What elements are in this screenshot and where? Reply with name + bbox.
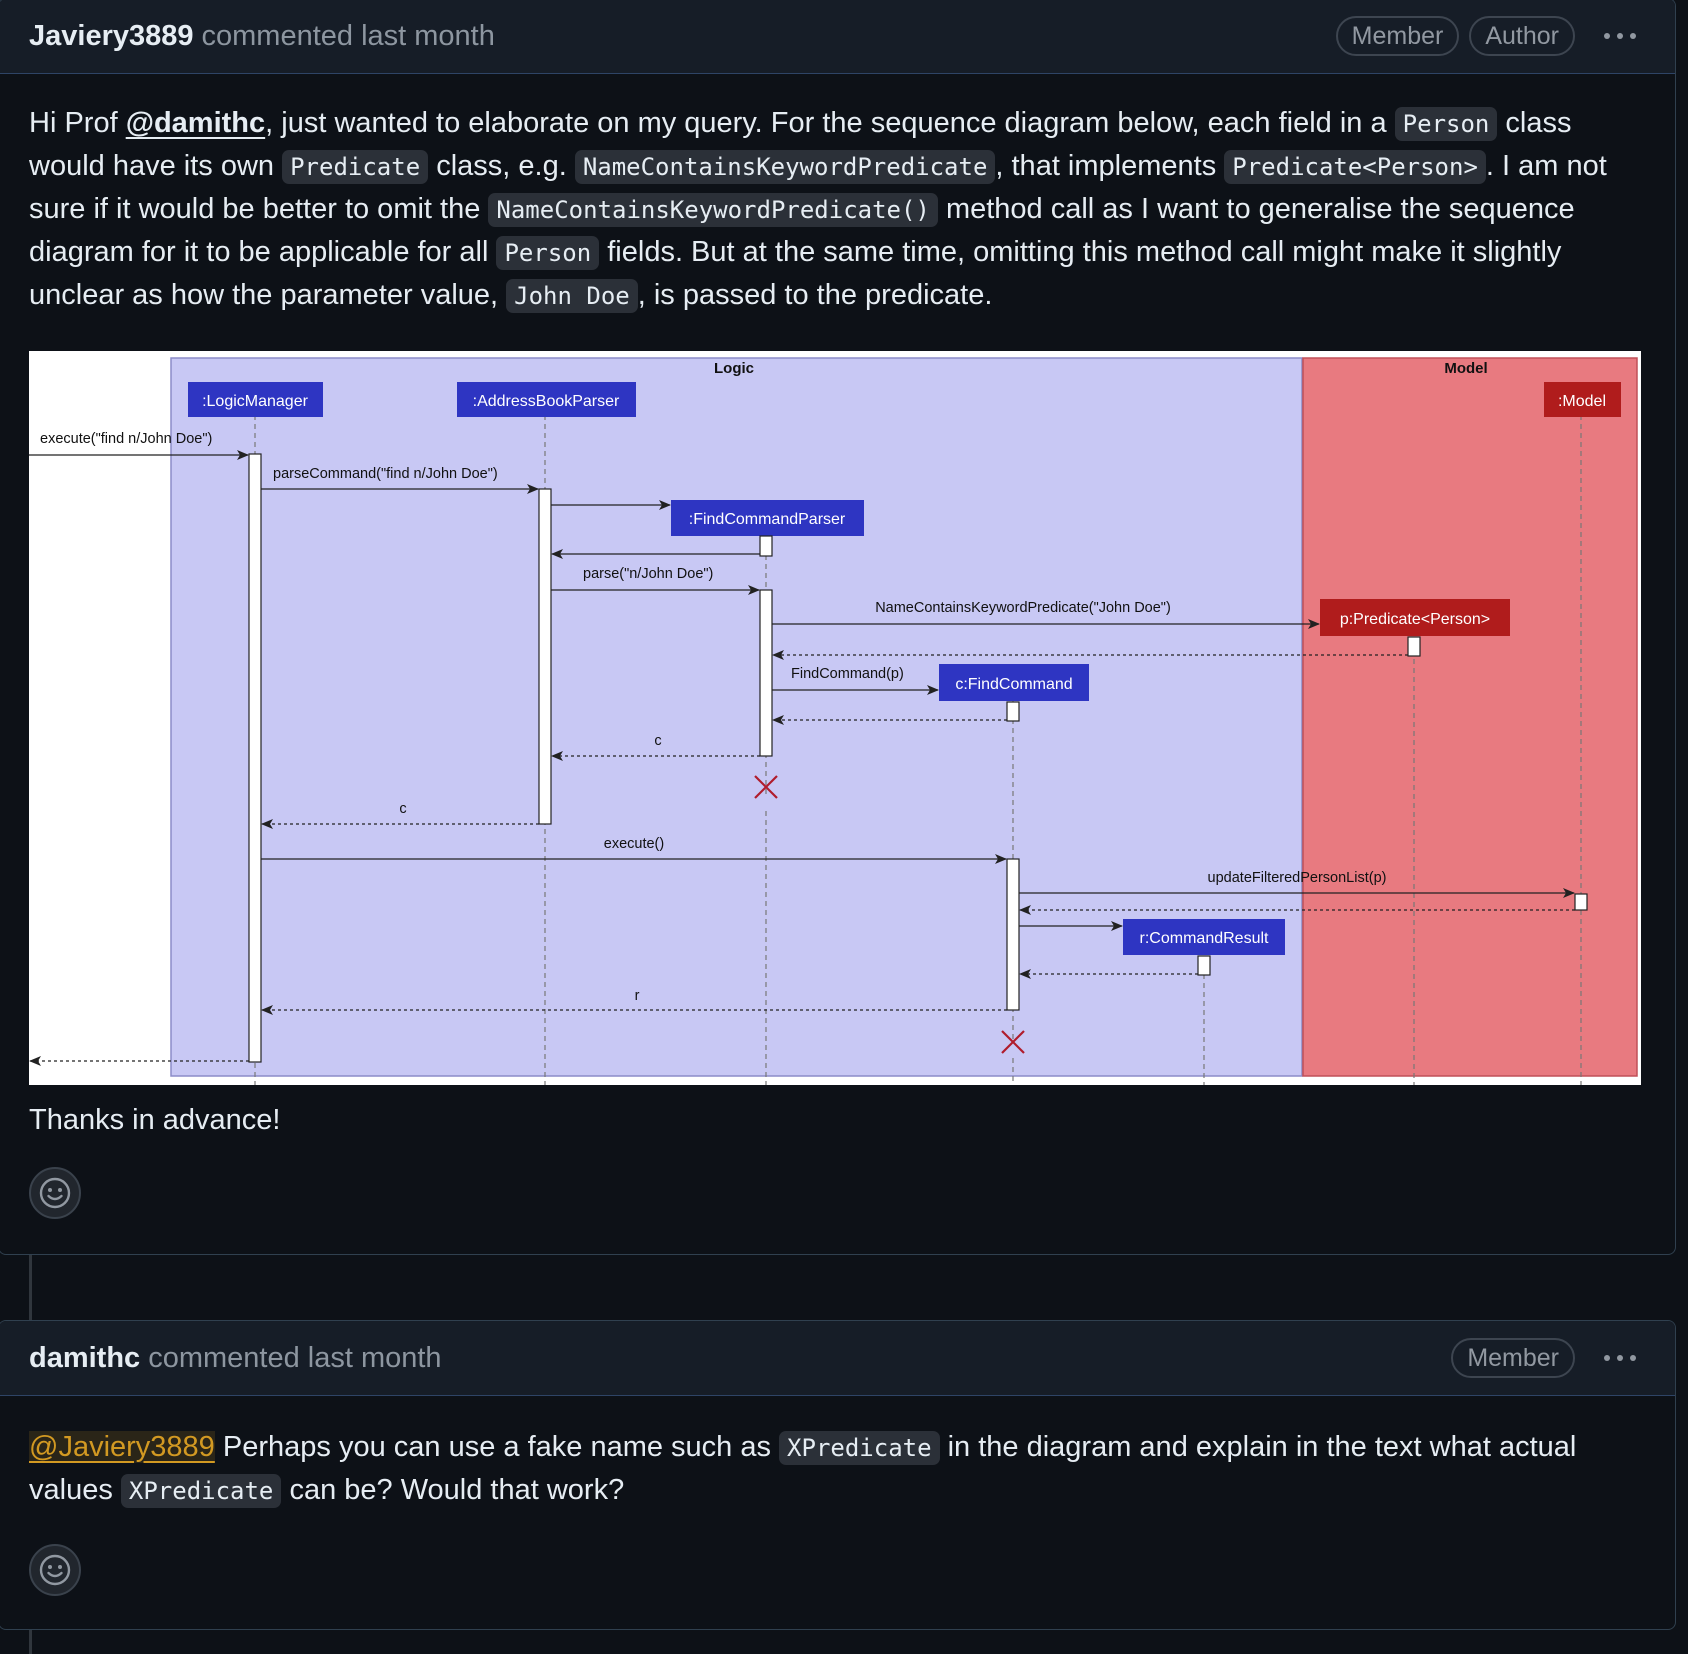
participant-commandresult: r:CommandResult	[1140, 930, 1269, 947]
participant-logicmanager: :LogicManager	[202, 393, 309, 410]
message-namecontainskeywordpredicate-label: NameContainsKeywordPredicate("John Doe")	[875, 600, 1171, 616]
comment-author[interactable]: damithc	[29, 1342, 140, 1375]
activation-addressbookparser	[538, 488, 552, 825]
message-execute-find-label: execute("find n/John Doe")	[40, 431, 212, 447]
kebab-menu-icon[interactable]	[1595, 16, 1645, 56]
participant-predicate: p:Predicate<Person>	[1340, 611, 1490, 628]
model-frame	[1302, 357, 1638, 1077]
return-c-label-2: c	[399, 801, 406, 817]
inline-code: XPredicate	[120, 1474, 282, 1508]
logic-frame-title: Logic	[714, 360, 754, 377]
message-updatefilteredpersonlist-label: updateFilteredPersonList(p)	[1208, 870, 1387, 886]
participant-addressbookparser: :AddressBookParser	[473, 393, 620, 410]
participant-model: :Model	[1558, 393, 1606, 410]
user-mention[interactable]: @Javiery3889	[29, 1431, 215, 1463]
sequence-diagram-image[interactable]: Logic Model :LogicManager:AddressBookPa…	[29, 351, 1641, 1085]
add-reaction-button[interactable]	[29, 1544, 81, 1596]
inline-code: Predicate	[282, 150, 429, 184]
return-r-label: r	[635, 988, 640, 1004]
inline-code: Person	[1394, 107, 1498, 141]
message-findcommand-label: FindCommand(p)	[791, 666, 904, 682]
comment-timestamp[interactable]: commented last month	[148, 1342, 441, 1375]
timeline-line	[29, 1250, 32, 1320]
smiley-icon	[39, 1177, 71, 1209]
activation-model	[1574, 893, 1588, 911]
comment-author[interactable]: Javiery3889	[29, 20, 194, 53]
inline-code: NameContainsKeywordPredicate	[574, 150, 996, 184]
author-badge: Author	[1469, 16, 1575, 56]
comment-2: damithc commented last month Member @Jav…	[0, 1320, 1676, 1630]
activation-predicate	[1407, 636, 1421, 657]
sequence-diagram: Logic Model :LogicManager:AddressBookPa…	[29, 357, 1638, 1085]
message-parsecommand-label: parseCommand("find n/John Doe")	[273, 466, 498, 482]
model-frame-title: Model	[1444, 360, 1487, 377]
message-execute-label: execute()	[604, 836, 664, 852]
user-mention[interactable]: @damithc	[126, 107, 265, 139]
member-badge: Member	[1335, 16, 1460, 56]
participant-findcommandparser: :FindCommandParser	[689, 511, 846, 528]
participant-findcommand: c:FindCommand	[955, 676, 1072, 693]
return-c-label: c	[654, 733, 661, 749]
smiley-icon	[39, 1554, 71, 1586]
member-badge: Member	[1451, 1338, 1575, 1378]
inline-code: John Doe	[506, 279, 638, 313]
comment-paragraph: @Javiery3889 Perhaps you can use a fake …	[29, 1431, 1577, 1508]
message-parse-label: parse("n/John Doe")	[583, 566, 713, 582]
comment-paragraph: Hi Prof @damithc, just wanted to elabora…	[29, 107, 1607, 313]
activation-findcommandparser-ctor	[759, 535, 773, 557]
inline-code: NameContainsKeywordPredicate()	[488, 193, 938, 227]
inline-code: Person	[496, 236, 600, 270]
activation-findcommandparser-parse	[759, 589, 773, 757]
add-reaction-button[interactable]	[29, 1167, 81, 1219]
comment-timestamp[interactable]: commented last month	[202, 20, 495, 53]
activation-commandresult	[1197, 955, 1211, 976]
thanks-text: Thanks in advance!	[29, 1104, 281, 1136]
comment-header: Javiery3889 commented last month Member …	[0, 0, 1675, 74]
comment-body: Hi Prof @damithc, just wanted to elabora…	[0, 74, 1675, 1219]
timeline-line	[29, 1630, 32, 1654]
comment-header: damithc commented last month Member	[0, 1321, 1675, 1396]
activation-findcommand-execute	[1006, 858, 1020, 1011]
activation-findcommand-ctor	[1006, 701, 1020, 722]
comment-body: @Javiery3889 Perhaps you can use a fake …	[0, 1396, 1675, 1596]
activation-logicmanager	[248, 453, 262, 1063]
inline-code: Predicate<Person>	[1224, 150, 1486, 184]
kebab-menu-icon[interactable]	[1595, 1338, 1645, 1378]
inline-code: XPredicate	[779, 1431, 940, 1465]
comment-1: Javiery3889 commented last month Member …	[0, 0, 1676, 1255]
